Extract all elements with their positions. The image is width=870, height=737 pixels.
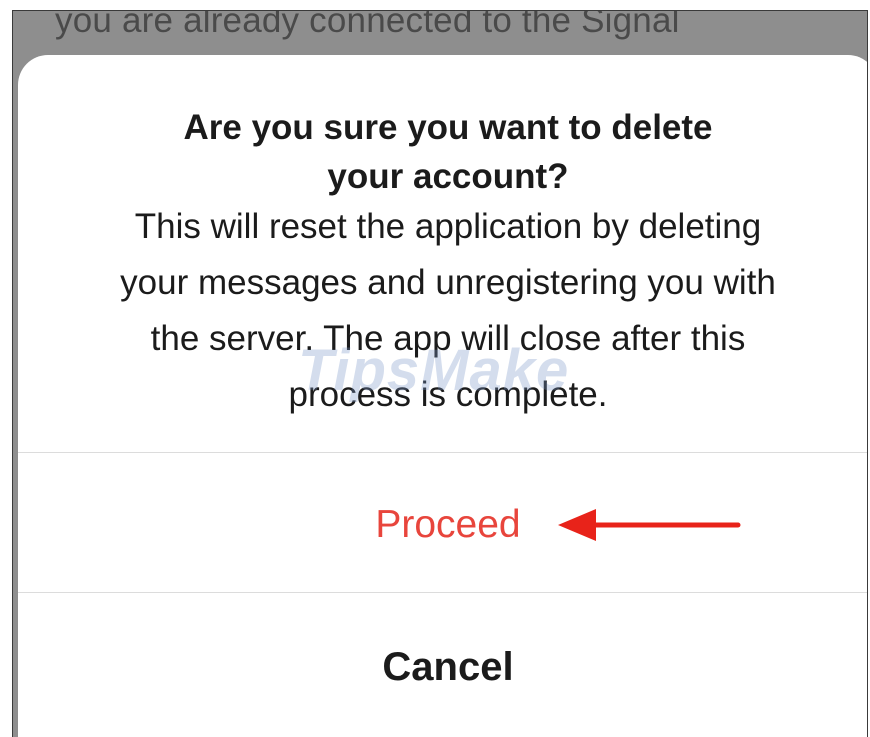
delete-account-dialog: Are you sure you want to delete your acc…: [18, 55, 867, 737]
dialog-message-line: This will reset the application by delet…: [134, 207, 762, 246]
dialog-message-line: your messages and unregistering you with: [120, 263, 776, 302]
watermark: TipsMake: [298, 338, 570, 403]
cancel-label: Cancel: [382, 645, 514, 689]
dialog-title-line: Are you sure you want to delete: [183, 108, 713, 147]
background-text: you are already connected to the Signal: [55, 10, 680, 40]
dialog-title: Are you sure you want to delete your acc…: [18, 103, 867, 201]
dialog-title-line: your account?: [327, 157, 569, 196]
phone-screen: you are already connected to the Signal …: [12, 10, 868, 737]
screenshot-frame: you are already connected to the Signal …: [0, 0, 870, 737]
left-arrow-icon: [558, 509, 741, 541]
cancel-button[interactable]: Cancel: [18, 593, 867, 737]
proceed-button[interactable]: Proceed: [18, 453, 867, 592]
